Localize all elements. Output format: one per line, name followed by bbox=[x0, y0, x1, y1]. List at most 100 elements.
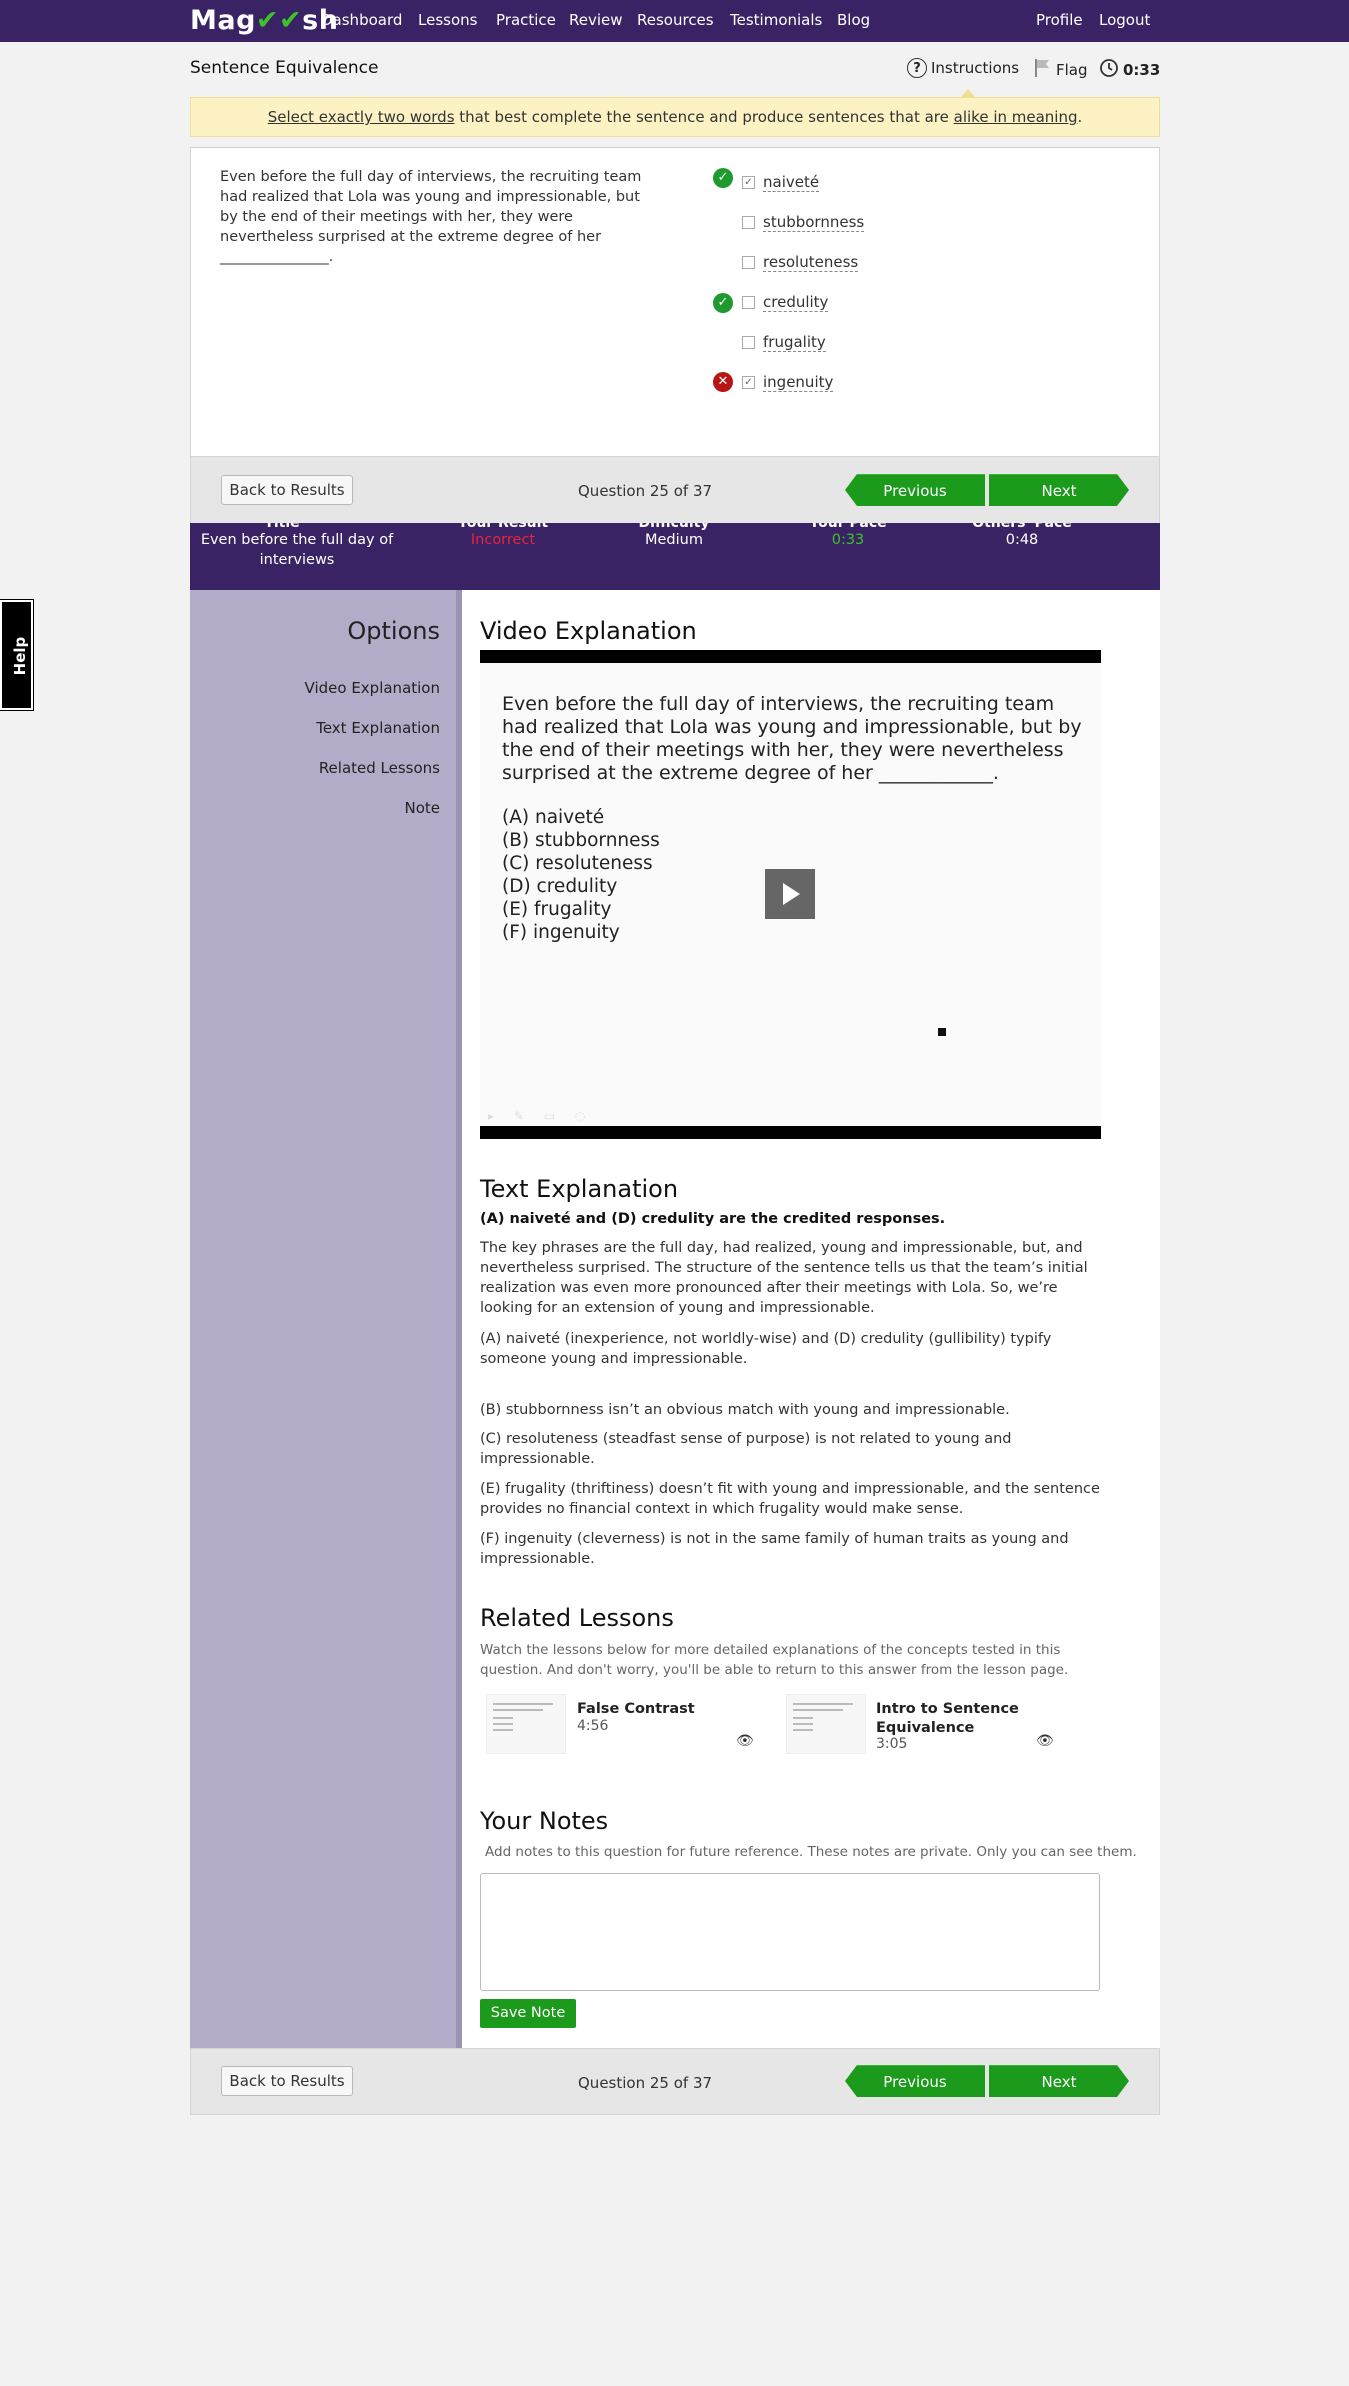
choice-label: stubbornness bbox=[763, 213, 865, 232]
checkbox[interactable] bbox=[742, 216, 755, 229]
lesson-thumbnail[interactable] bbox=[486, 1694, 566, 1754]
nav-resources[interactable]: Resources bbox=[637, 11, 714, 29]
logo[interactable]: Mag✔✔sh bbox=[190, 5, 338, 36]
explanation-paragraph: (A) naiveté (inexperience, not worldly-w… bbox=[480, 1331, 1052, 1367]
back-to-results-button[interactable]: Back to Results bbox=[221, 2066, 353, 2096]
stat-difficulty: Medium bbox=[645, 532, 703, 548]
clock-icon bbox=[1099, 58, 1119, 82]
question-text: Even before the full day of interviews, … bbox=[220, 169, 642, 265]
correct-check-icon: ✓ bbox=[713, 293, 733, 313]
next-button[interactable]: Next bbox=[989, 2065, 1129, 2097]
save-note-button[interactable]: Save Note bbox=[480, 1999, 576, 2028]
option-text-explanation[interactable]: Text Explanation bbox=[190, 719, 440, 737]
lesson-time: 4:56 bbox=[577, 1718, 609, 1734]
explanation-paragraph: (F) ingenuity (cleverness) is not in the… bbox=[480, 1531, 1069, 1567]
notes-textarea[interactable] bbox=[480, 1873, 1100, 1991]
related-lessons-heading: Related Lessons bbox=[480, 1604, 674, 1632]
checkbox[interactable] bbox=[742, 256, 755, 269]
explanation-paragraph: (B) stubbornness isn’t an obvious match … bbox=[480, 1402, 1010, 1418]
choice-stubbornness[interactable]: stubbornness bbox=[742, 213, 865, 232]
notice-emphasis-2: alike in meaning bbox=[953, 108, 1078, 126]
choice-ingenuity[interactable]: ✓ ingenuity bbox=[742, 373, 834, 392]
previous-button[interactable]: Previous bbox=[845, 474, 985, 506]
incorrect-x-icon: ✕ bbox=[713, 372, 733, 392]
credited-text: (A) naiveté and (D) credulity are the cr… bbox=[480, 1211, 946, 1227]
video-slide-options: (A) naiveté (B) stubbornness (C) resolut… bbox=[502, 806, 660, 944]
nav-dashboard[interactable]: Dashboard bbox=[321, 11, 402, 29]
video-slide-text: Even before the full day of interviews, … bbox=[502, 693, 1082, 784]
instruction-notice: Select exactly two words that best compl… bbox=[190, 97, 1160, 137]
nav-testimonials[interactable]: Testimonials bbox=[730, 11, 822, 29]
video-option: (D) credulity bbox=[502, 876, 618, 897]
choice-label: credulity bbox=[763, 293, 829, 312]
explanation-paragraph: (C) resoluteness (steadfast sense of pur… bbox=[480, 1431, 1012, 1467]
stats-bar: Title Your Result Difficulty Your Pace O… bbox=[190, 523, 1160, 590]
choice-naivete[interactable]: ✓ naiveté bbox=[742, 173, 820, 192]
cursor-icon bbox=[938, 1028, 946, 1036]
lesson-time: 3:05 bbox=[876, 1736, 908, 1752]
timer-value: 0:33 bbox=[1123, 61, 1161, 79]
play-icon[interactable] bbox=[765, 869, 815, 919]
stat-title: Even before the full day of interviews bbox=[200, 532, 394, 568]
choice-label: ingenuity bbox=[763, 373, 834, 392]
choice-label: resoluteness bbox=[763, 253, 859, 272]
correct-check-icon: ✓ bbox=[713, 168, 733, 188]
checkbox-checked[interactable]: ✓ bbox=[742, 176, 755, 189]
question-nav-bar-bottom: Back to Results Question 25 of 37 Previo… bbox=[190, 2048, 1160, 2115]
question-count: Question 25 of 37 bbox=[578, 2074, 713, 2092]
next-button[interactable]: Next bbox=[989, 474, 1129, 506]
option-related-lessons[interactable]: Related Lessons bbox=[190, 759, 440, 777]
flag-icon bbox=[1034, 58, 1052, 82]
checkbox[interactable] bbox=[742, 336, 755, 349]
nav-profile[interactable]: Profile bbox=[1036, 11, 1083, 29]
video-slide: Even before the full day of interviews, … bbox=[480, 663, 1101, 1126]
nav-lessons[interactable]: Lessons bbox=[418, 11, 477, 29]
options-title: Options bbox=[347, 617, 440, 645]
nav-practice[interactable]: Practice bbox=[496, 11, 556, 29]
help-tab[interactable]: Help bbox=[0, 600, 33, 710]
video-player[interactable]: Even before the full day of interviews, … bbox=[480, 650, 1101, 1139]
options-sidebar: Options Video Explanation Text Explanati… bbox=[190, 590, 460, 2048]
option-note[interactable]: Note bbox=[190, 799, 440, 817]
eye-icon[interactable]: 👁 bbox=[1036, 1733, 1054, 1749]
choice-label: naiveté bbox=[763, 173, 820, 192]
back-to-results-button[interactable]: Back to Results bbox=[221, 475, 353, 505]
question-nav-bar: Back to Results Question 25 of 37 Previo… bbox=[190, 456, 1160, 524]
help-label: Help bbox=[11, 636, 29, 676]
checkbox-checked[interactable]: ✓ bbox=[742, 376, 755, 389]
lesson-title[interactable]: Intro to Sentence Equivalence bbox=[876, 1700, 1036, 1738]
lesson-thumbnail[interactable] bbox=[786, 1694, 866, 1754]
nav-logout[interactable]: Logout bbox=[1099, 11, 1150, 29]
choice-credulity[interactable]: credulity bbox=[742, 293, 829, 312]
lesson-title[interactable]: False Contrast bbox=[577, 1700, 695, 1719]
video-option: (F) ingenuity bbox=[502, 922, 620, 943]
video-controls[interactable]: ▸ ✎ ▭ ◌ bbox=[488, 1109, 593, 1123]
instructions-button[interactable]: ? Instructions bbox=[907, 58, 1019, 78]
explanation-paragraph: The key phrases are the full day, had re… bbox=[480, 1240, 1088, 1316]
top-nav: Mag✔✔sh Dashboard Lessons Practice Revie… bbox=[0, 0, 1349, 42]
related-intro: Watch the lessons below for more detaile… bbox=[480, 1642, 1069, 1678]
stat-result: Incorrect bbox=[470, 532, 536, 548]
choice-label: frugality bbox=[763, 333, 826, 352]
checkbox[interactable] bbox=[742, 296, 755, 309]
instructions-label: Instructions bbox=[931, 59, 1020, 77]
option-video-explanation[interactable]: Video Explanation bbox=[190, 679, 440, 697]
previous-button[interactable]: Previous bbox=[845, 2065, 985, 2097]
notice-end: . bbox=[1077, 108, 1083, 126]
choice-frugality[interactable]: frugality bbox=[742, 333, 826, 352]
eye-icon[interactable]: 👁 bbox=[736, 1733, 754, 1749]
notice-emphasis-1: Select exactly two words bbox=[267, 108, 455, 126]
text-explanation-heading: Text Explanation bbox=[480, 1175, 679, 1203]
nav-review[interactable]: Review bbox=[569, 11, 623, 29]
flag-button[interactable]: Flag bbox=[1034, 58, 1088, 82]
nav-blog[interactable]: Blog bbox=[837, 11, 870, 29]
flag-label: Flag bbox=[1056, 61, 1088, 79]
question-count: Question 25 of 37 bbox=[578, 482, 713, 500]
notes-intro: Add notes to this question for future re… bbox=[485, 1844, 1137, 1860]
notice-text: that best complete the sentence and prod… bbox=[454, 108, 954, 126]
page-title: Sentence Equivalence bbox=[190, 58, 379, 78]
choice-resoluteness[interactable]: resoluteness bbox=[742, 253, 859, 272]
notes-heading: Your Notes bbox=[480, 1807, 609, 1835]
video-heading: Video Explanation bbox=[480, 617, 697, 645]
question-circle-icon: ? bbox=[907, 58, 927, 78]
